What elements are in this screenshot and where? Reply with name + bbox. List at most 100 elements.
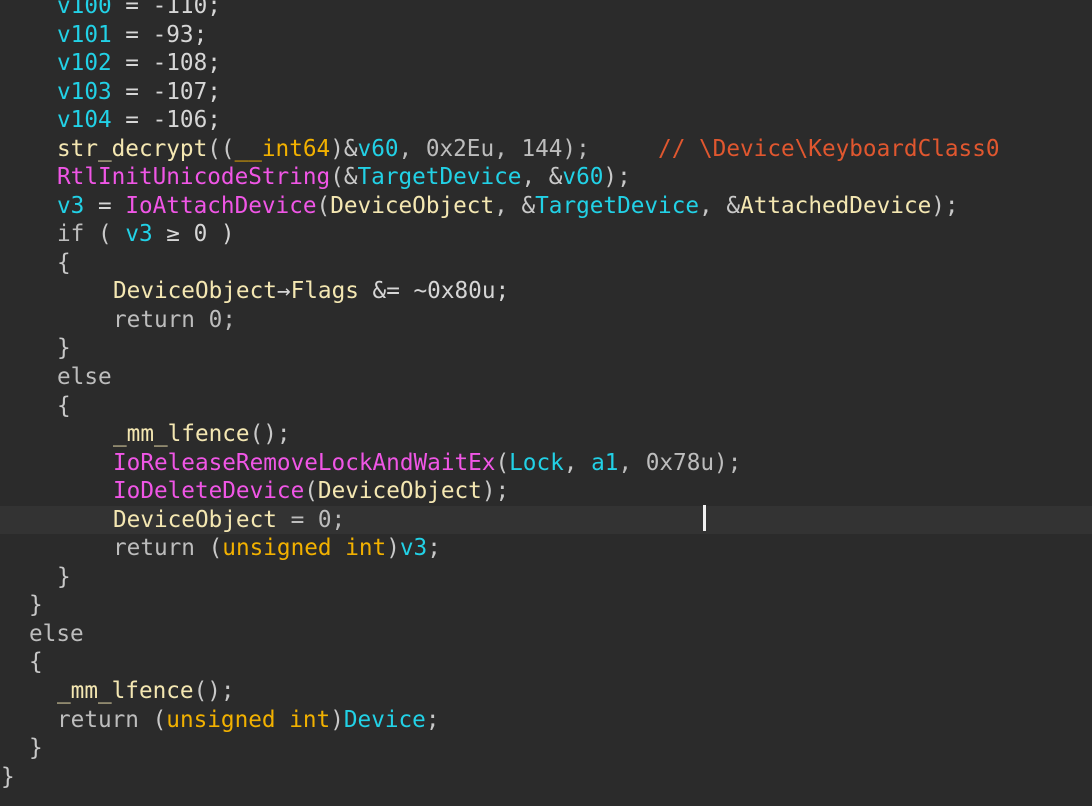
code-line[interactable]: }	[0, 563, 1092, 591]
code-line[interactable]: DeviceObject→Flags &= ~0x80u;	[0, 277, 1092, 305]
code-token: (	[316, 192, 331, 219]
code-line[interactable]: _mm_lfence();	[0, 420, 1092, 448]
code-token: unsigned int	[222, 535, 387, 562]
code-line[interactable]: }	[0, 591, 1092, 619]
code-token: );	[603, 164, 631, 191]
code-token: DeviceObject	[330, 192, 495, 219]
code-token: v102	[57, 50, 112, 77]
text-cursor	[703, 505, 706, 531]
code-token: ();	[193, 677, 235, 704]
code-line[interactable]: return 0;	[0, 306, 1092, 334]
code-line[interactable]: return (unsigned int)Device;	[0, 706, 1092, 734]
code-token: }	[57, 563, 71, 590]
code-token: ≥ 0 )	[152, 221, 235, 248]
code-line[interactable]: RtlInitUnicodeString(&TargetDevice, &v60…	[0, 163, 1092, 191]
code-token: 0;	[194, 306, 236, 333]
code-token: (	[495, 449, 510, 476]
code-token: Lock	[509, 449, 564, 476]
code-token: , 0x2Eu, 144);	[398, 135, 590, 162]
code-line[interactable]: v103 = -107;	[0, 78, 1092, 106]
code-token: str_decrypt	[57, 135, 208, 162]
code-token: if	[57, 221, 85, 248]
code-token: RtlInitUnicodeString	[57, 164, 331, 191]
code-token: = -108;	[111, 50, 221, 77]
code-token: ;	[425, 706, 440, 733]
code-line[interactable]: {	[0, 249, 1092, 277]
code-token: , 0x78u);	[618, 449, 742, 476]
code-line[interactable]: }	[0, 763, 1092, 791]
code-token: v60	[562, 164, 604, 191]
code-line[interactable]: }	[0, 734, 1092, 762]
code-line[interactable]: DeviceObject = 0;	[0, 505, 1092, 534]
code-token: _mm_lfence	[113, 421, 250, 448]
code-token: IoDeleteDevice	[113, 478, 305, 505]
code-token: (	[138, 706, 167, 733]
code-token: , &	[494, 192, 536, 219]
code-line[interactable]: v102 = -108;	[0, 49, 1092, 77]
code-token: = -107;	[111, 78, 221, 105]
code-line[interactable]: IoReleaseRemoveLockAndWaitEx(Lock, a1, 0…	[0, 449, 1092, 477]
code-token: else	[29, 620, 84, 647]
code-token: IoReleaseRemoveLockAndWaitEx	[113, 449, 496, 476]
code-token: }	[1, 763, 15, 790]
code-token: (	[194, 535, 223, 562]
code-token: else	[57, 364, 112, 391]
code-line[interactable]: }	[0, 334, 1092, 362]
code-line[interactable]: else	[0, 620, 1092, 648]
code-token: v3	[125, 221, 153, 248]
code-token: DeviceObject	[113, 506, 277, 533]
code-line[interactable]: _mm_lfence();	[0, 677, 1092, 705]
code-token: return	[57, 706, 139, 733]
code-token: return	[113, 535, 195, 562]
code-line[interactable]: {	[0, 392, 1092, 420]
code-token: &= ~0x80u;	[358, 278, 510, 305]
code-token: v3	[399, 535, 428, 562]
code-token: {	[29, 649, 43, 676]
code-token: TargetDevice	[357, 164, 522, 191]
code-token: TargetDevice	[535, 192, 700, 219]
code-line[interactable]: return (unsigned int)v3;	[0, 534, 1092, 562]
code-line[interactable]: IoDeleteDevice(DeviceObject);	[0, 477, 1092, 505]
code-token: // \Device\KeyboardClass0	[589, 135, 1000, 162]
code-token: IoAttachDevice	[125, 192, 317, 219]
code-token: Flags	[290, 278, 359, 305]
code-token: )	[330, 706, 344, 733]
code-line[interactable]: v101 = -93;	[0, 21, 1092, 49]
code-token: }	[57, 335, 71, 362]
code-token: DeviceObject	[113, 278, 277, 305]
code-token: ();	[249, 421, 291, 448]
code-token: ((	[207, 135, 235, 162]
code-token: →	[276, 278, 291, 305]
code-line[interactable]: v104 = -106;	[0, 106, 1092, 134]
code-token: v103	[57, 78, 112, 105]
code-token: __int64	[234, 135, 331, 162]
code-token: return	[113, 306, 195, 333]
code-token: = 0;	[276, 506, 346, 533]
code-line[interactable]: {	[0, 648, 1092, 676]
code-token: v104	[57, 107, 112, 134]
code-line[interactable]: if ( v3 ≥ 0 )	[0, 220, 1092, 248]
code-token: = -106;	[111, 107, 221, 134]
code-token: (	[304, 478, 318, 505]
code-token: = -110;	[111, 0, 221, 19]
code-token: ,	[563, 449, 592, 476]
code-token: {	[57, 249, 71, 276]
code-token: (	[84, 221, 126, 248]
code-token: }	[29, 592, 43, 619]
code-token: );	[481, 478, 510, 505]
code-token: v101	[57, 21, 112, 48]
code-token: v3	[57, 192, 85, 219]
code-token: v100	[57, 0, 112, 19]
code-line[interactable]: str_decrypt((__int64)&v60, 0x2Eu, 144); …	[0, 135, 1092, 163]
code-line[interactable]: v3 = IoAttachDevice(DeviceObject, &Targe…	[0, 192, 1092, 220]
code-token: );	[931, 192, 959, 219]
code-token: Device	[343, 706, 426, 733]
code-line[interactable]: else	[0, 363, 1092, 391]
code-editor[interactable]: v100 = -110; v101 = -93; v102 = -108; v103 …	[0, 0, 1092, 806]
code-line[interactable]: v100 = -110;	[0, 0, 1092, 20]
code-token: =	[84, 192, 126, 219]
code-token: , &	[521, 164, 563, 191]
code-token: v60	[357, 135, 399, 162]
code-token: AttachedDevice	[740, 192, 932, 219]
code-token: unsigned int	[166, 706, 331, 733]
